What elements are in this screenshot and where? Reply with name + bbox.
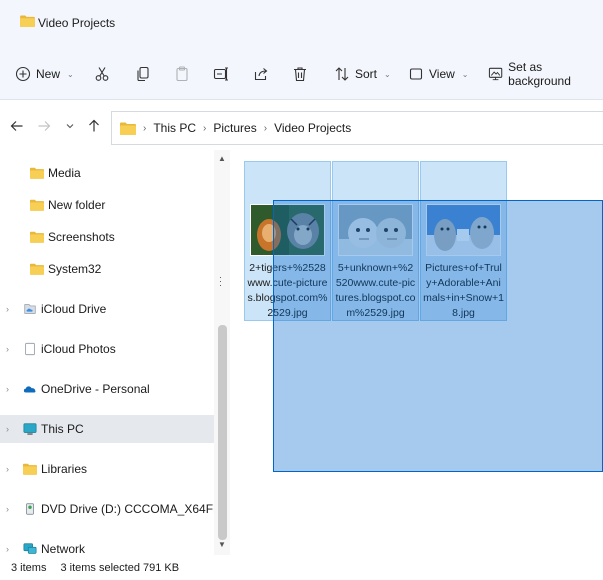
sidebar-item-new-folder[interactable]: New folder	[0, 191, 214, 219]
folder-icon	[30, 263, 44, 275]
sidebar-item-libraries[interactable]: › Libraries	[0, 455, 214, 483]
monitor-icon	[23, 423, 37, 435]
scroll-down-arrow-icon[interactable]: ▼	[218, 540, 226, 549]
onedrive-cloud-icon	[23, 386, 36, 393]
sidebar-item-label: Media	[48, 166, 81, 180]
sidebar-item-label: This PC	[41, 422, 84, 436]
chevron-right-icon[interactable]: ›	[6, 424, 9, 434]
sidebar-item-screenshots[interactable]: Screenshots	[0, 223, 214, 251]
rename-icon	[213, 67, 228, 81]
chevron-right-icon[interactable]: ›	[6, 544, 9, 554]
folder-icon	[120, 122, 136, 135]
folder-icon	[30, 231, 44, 243]
pane-resize-grip-icon[interactable]: · · ·	[219, 273, 222, 290]
recent-locations-button[interactable]	[61, 117, 79, 135]
chevron-right-icon[interactable]: ›	[6, 384, 9, 394]
chevron-down-icon	[66, 124, 74, 129]
breadcrumb-pictures[interactable]: Pictures	[213, 121, 256, 135]
sidebar-item-onedrive[interactable]: › OneDrive - Personal	[0, 375, 214, 403]
arrow-up-icon	[89, 119, 99, 132]
icloud-drive-icon	[24, 304, 36, 314]
sidebar-item-label: Libraries	[41, 462, 88, 476]
dvd-drive-icon	[26, 503, 34, 515]
sort-button-label: Sort	[355, 67, 378, 81]
back-button[interactable]	[8, 117, 26, 135]
arrow-left-icon	[10, 121, 23, 131]
chevron-down-icon: ⌄	[384, 69, 391, 79]
scroll-up-arrow-icon[interactable]: ▲	[218, 154, 226, 163]
up-button[interactable]	[85, 117, 103, 135]
view-icon	[409, 68, 423, 80]
sidebar-item-label: iCloud Photos	[41, 342, 116, 356]
share-button[interactable]	[253, 63, 269, 85]
sidebar-item-label: New folder	[48, 198, 106, 212]
sidebar-item-label: Screenshots	[48, 230, 115, 244]
view-button[interactable]: View ⌄	[408, 63, 469, 85]
status-bar: 3 items 3 items selected 791 KB	[0, 555, 603, 580]
paste-button[interactable]	[174, 63, 190, 85]
chevron-down-icon: ⌄	[67, 69, 74, 79]
plus-circle-icon	[15, 66, 31, 82]
share-icon	[254, 68, 268, 81]
sidebar-item-label: DVD Drive (D:) CCCOMA_X64FRE_EN-GB	[41, 502, 214, 516]
trash-icon	[294, 67, 306, 82]
chevron-right-icon[interactable]: ›	[6, 304, 9, 314]
breadcrumb-this-pc[interactable]: This PC	[153, 121, 196, 135]
network-icon	[23, 543, 37, 554]
folder-icon	[30, 167, 44, 179]
window-title: Video Projects	[38, 16, 116, 30]
copy-button[interactable]	[135, 63, 151, 85]
sidebar-item-label: OneDrive - Personal	[41, 382, 150, 396]
icloud-photos-icon	[25, 342, 35, 356]
forward-button[interactable]	[35, 117, 53, 135]
rename-button[interactable]	[213, 63, 229, 85]
sidebar-item-dvd-drive[interactable]: › DVD Drive (D:) CCCOMA_X64FRE_EN-GB	[0, 495, 214, 523]
clipboard-icon	[176, 66, 188, 82]
new-button[interactable]: New ⌄	[15, 63, 74, 85]
address-bar[interactable]: › This PC › Pictures › Video Projects	[111, 111, 603, 145]
sort-icon	[335, 67, 349, 81]
sidebar-item-this-pc[interactable]: › This PC	[0, 415, 214, 443]
copy-icon	[137, 66, 149, 82]
navigation-pane: Media New folder Screenshots System32 › …	[0, 150, 230, 555]
chevron-right-icon[interactable]: ›	[6, 344, 9, 354]
sidebar-item-label: System32	[48, 262, 102, 276]
sidebar-item-media[interactable]: Media	[0, 159, 214, 187]
folder-icon	[30, 199, 44, 211]
sidebar-item-icloud-drive[interactable]: › iCloud Drive	[0, 295, 214, 323]
sidebar-item-network[interactable]: › Network	[0, 535, 214, 555]
desktop-background-icon	[488, 67, 503, 81]
sort-button[interactable]: Sort ⌄	[334, 63, 391, 85]
breadcrumb-separator-icon: ›	[203, 122, 207, 134]
cut-button[interactable]	[94, 63, 110, 85]
title-bar: Video Projects	[0, 0, 603, 46]
sidebar-item-system32[interactable]: System32	[0, 255, 214, 283]
folder-icon	[20, 15, 35, 27]
breadcrumb-video-projects[interactable]: Video Projects	[274, 121, 351, 135]
sidebar-item-icloud-photos[interactable]: › iCloud Photos	[0, 335, 214, 363]
set-as-background-label: Set as background	[508, 60, 571, 88]
new-button-label: New	[36, 67, 61, 81]
chevron-down-icon: ⌄	[461, 69, 469, 79]
chevron-right-icon[interactable]: ›	[6, 504, 9, 514]
arrow-right-icon	[38, 121, 51, 131]
item-count: 3 items	[11, 561, 47, 574]
selection-info: 3 items selected 791 KB	[60, 561, 180, 574]
sidebar-item-label: iCloud Drive	[41, 302, 107, 316]
breadcrumb-separator-icon: ›	[143, 122, 147, 134]
delete-button[interactable]	[292, 63, 308, 85]
breadcrumb-separator-icon: ›	[263, 122, 268, 134]
scrollbar-thumb[interactable]	[218, 325, 227, 540]
selection-marquee	[273, 200, 603, 472]
libraries-folder-icon	[23, 463, 37, 475]
sidebar-item-label: Network	[41, 542, 86, 555]
set-as-background-button[interactable]: Set as background	[488, 60, 603, 88]
scissors-icon	[95, 67, 109, 81]
command-bar: New ⌄ Sort ⌄ View ⌄ Set as background	[0, 46, 603, 100]
view-button-label: View	[429, 67, 455, 81]
chevron-right-icon[interactable]: ›	[6, 464, 9, 474]
sidebar-scrollbar[interactable]: ▲ ▼	[214, 150, 230, 555]
